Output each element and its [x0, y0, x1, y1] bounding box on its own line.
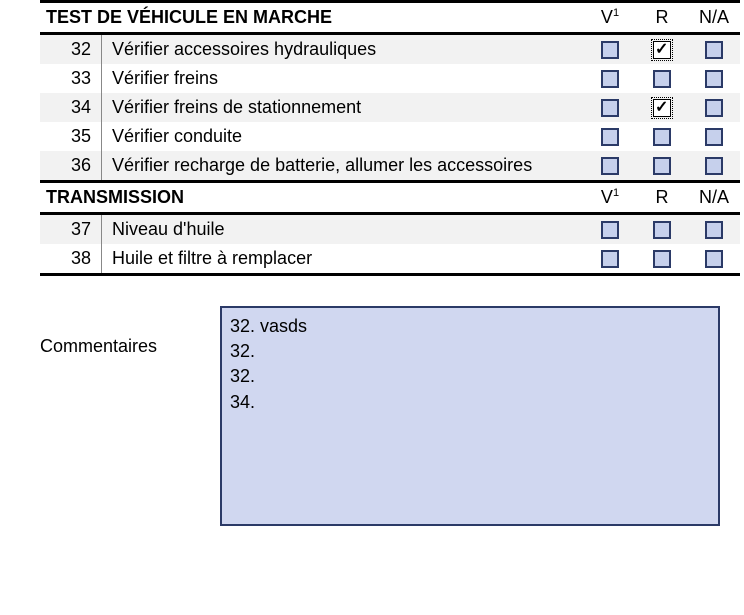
col-header-v: V1: [584, 2, 636, 34]
checkbox-na[interactable]: [705, 41, 723, 59]
checkbox-r[interactable]: [653, 128, 671, 146]
col-header-na: N/A: [688, 2, 740, 34]
item-number: 34: [40, 93, 102, 122]
col-header-v: V1: [584, 182, 636, 214]
checkbox-r[interactable]: [653, 221, 671, 239]
item-number: 32: [40, 34, 102, 65]
section-header: TRANSMISSIONV1RN/A: [40, 182, 740, 214]
item-number: 37: [40, 214, 102, 245]
col-header-na: N/A: [688, 182, 740, 214]
checklist-table: TEST DE VÉHICULE EN MARCHEV1RN/A32Vérifi…: [40, 0, 740, 276]
table-row: 33Vérifier freins: [40, 64, 740, 93]
item-description: Huile et filtre à remplacer: [102, 244, 585, 273]
table-row: 38Huile et filtre à remplacer: [40, 244, 740, 273]
checkbox-v[interactable]: [601, 99, 619, 117]
checkbox-v[interactable]: [601, 157, 619, 175]
section-title: TEST DE VÉHICULE EN MARCHE: [40, 2, 584, 34]
table-row: 37Niveau d'huile: [40, 214, 740, 245]
checkbox-na[interactable]: [705, 99, 723, 117]
checkbox-v[interactable]: [601, 250, 619, 268]
comments-label: Commentaires: [40, 306, 220, 357]
item-number: 33: [40, 64, 102, 93]
checkbox-na[interactable]: [705, 70, 723, 88]
item-number: 38: [40, 244, 102, 273]
item-description: Vérifier recharge de batterie, allumer l…: [102, 151, 585, 182]
item-number: 35: [40, 122, 102, 151]
item-description: Vérifier freins de stationnement: [102, 93, 585, 122]
section-header: TEST DE VÉHICULE EN MARCHEV1RN/A: [40, 2, 740, 34]
item-description: Vérifier conduite: [102, 122, 585, 151]
checkbox-r[interactable]: [653, 70, 671, 88]
checkbox-v[interactable]: [601, 221, 619, 239]
section-title: TRANSMISSION: [40, 182, 584, 214]
table-row: 34Vérifier freins de stationnement: [40, 93, 740, 122]
table-row: 32Vérifier accessoires hydrauliques: [40, 34, 740, 65]
table-row: 36Vérifier recharge de batterie, allumer…: [40, 151, 740, 182]
item-description: Vérifier freins: [102, 64, 585, 93]
checkbox-na[interactable]: [705, 128, 723, 146]
table-row: 35Vérifier conduite: [40, 122, 740, 151]
checkbox-v[interactable]: [601, 128, 619, 146]
checkbox-r[interactable]: [653, 99, 671, 117]
checkbox-na[interactable]: [705, 250, 723, 268]
checkbox-r[interactable]: [653, 157, 671, 175]
col-header-r: R: [636, 182, 688, 214]
item-description: Vérifier accessoires hydrauliques: [102, 34, 585, 65]
item-description: Niveau d'huile: [102, 214, 585, 245]
checkbox-r[interactable]: [653, 41, 671, 59]
col-header-r: R: [636, 2, 688, 34]
comments-section: Commentaires 32. vasds 32. 32. 34.: [40, 306, 744, 526]
checkbox-na[interactable]: [705, 157, 723, 175]
comments-textarea[interactable]: 32. vasds 32. 32. 34.: [220, 306, 720, 526]
item-number: 36: [40, 151, 102, 182]
checkbox-v[interactable]: [601, 41, 619, 59]
checkbox-r[interactable]: [653, 250, 671, 268]
checkbox-na[interactable]: [705, 221, 723, 239]
checkbox-v[interactable]: [601, 70, 619, 88]
